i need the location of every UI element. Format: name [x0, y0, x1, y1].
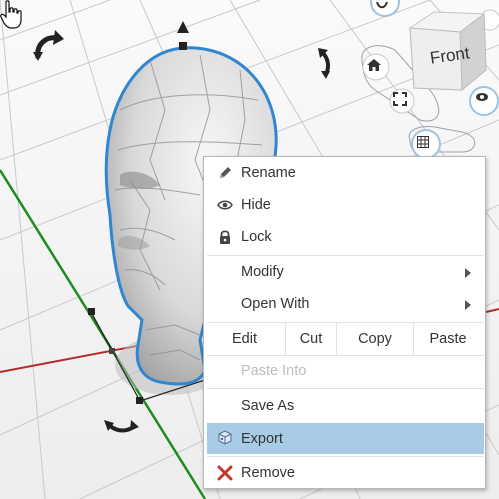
- menu-label-export: Export: [241, 430, 283, 447]
- eye-icon: [217, 197, 233, 213]
- pencil-icon: [217, 165, 233, 181]
- home-icon[interactable]: [366, 58, 386, 76]
- menu-item-save-as[interactable]: Save As: [204, 392, 485, 420]
- hand-cursor-icon: [0, 0, 22, 29]
- menu-label-paste-into: Paste Into: [241, 363, 307, 379]
- 3d-viewport[interactable]: Front Rename Hide Lock Modify Open With …: [0, 0, 499, 499]
- camera-icon[interactable]: [475, 92, 493, 110]
- menu-label-rename: Rename: [241, 165, 296, 181]
- submenu-arrow-icon: [465, 268, 471, 278]
- menu-item-lock[interactable]: Lock: [204, 223, 485, 251]
- menu-separator: [207, 355, 484, 356]
- menu-label-modify: Modify: [241, 264, 284, 280]
- menu-item-open-with[interactable]: Open With: [204, 290, 485, 318]
- menu-item-hide[interactable]: Hide: [204, 191, 485, 219]
- menu-item-modify[interactable]: Modify: [204, 258, 485, 286]
- context-menu: Rename Hide Lock Modify Open With Edit C…: [203, 156, 486, 489]
- menu-label-open-with: Open With: [241, 296, 310, 312]
- menu-separator: [207, 255, 484, 256]
- menu-item-remove[interactable]: Remove: [204, 459, 485, 487]
- menu-separator: [207, 388, 484, 389]
- paste-button[interactable]: Paste: [414, 323, 482, 355]
- grid-icon[interactable]: [417, 136, 435, 152]
- submenu-arrow-icon: [465, 300, 471, 310]
- export-cube-icon: [217, 430, 233, 446]
- edit-button[interactable]: Edit: [204, 323, 285, 355]
- menu-label-lock: Lock: [241, 229, 272, 245]
- menu-item-paste-into: Paste Into: [204, 357, 485, 385]
- menu-label-hide: Hide: [241, 197, 271, 213]
- cut-button[interactable]: Cut: [286, 323, 336, 355]
- copy-button[interactable]: Copy: [337, 323, 413, 355]
- edit-row: Edit Cut Copy Paste: [204, 323, 485, 355]
- menu-label-remove: Remove: [241, 465, 295, 481]
- menu-item-export[interactable]: Export: [207, 423, 484, 454]
- orbit-icon[interactable]: [375, 0, 395, 12]
- remove-x-icon: [217, 465, 233, 481]
- lock-icon: [217, 229, 233, 245]
- fit-view-icon[interactable]: [393, 92, 411, 110]
- menu-separator: [207, 456, 484, 457]
- menu-label-save-as: Save As: [241, 398, 295, 414]
- menu-item-rename[interactable]: Rename: [204, 159, 485, 187]
